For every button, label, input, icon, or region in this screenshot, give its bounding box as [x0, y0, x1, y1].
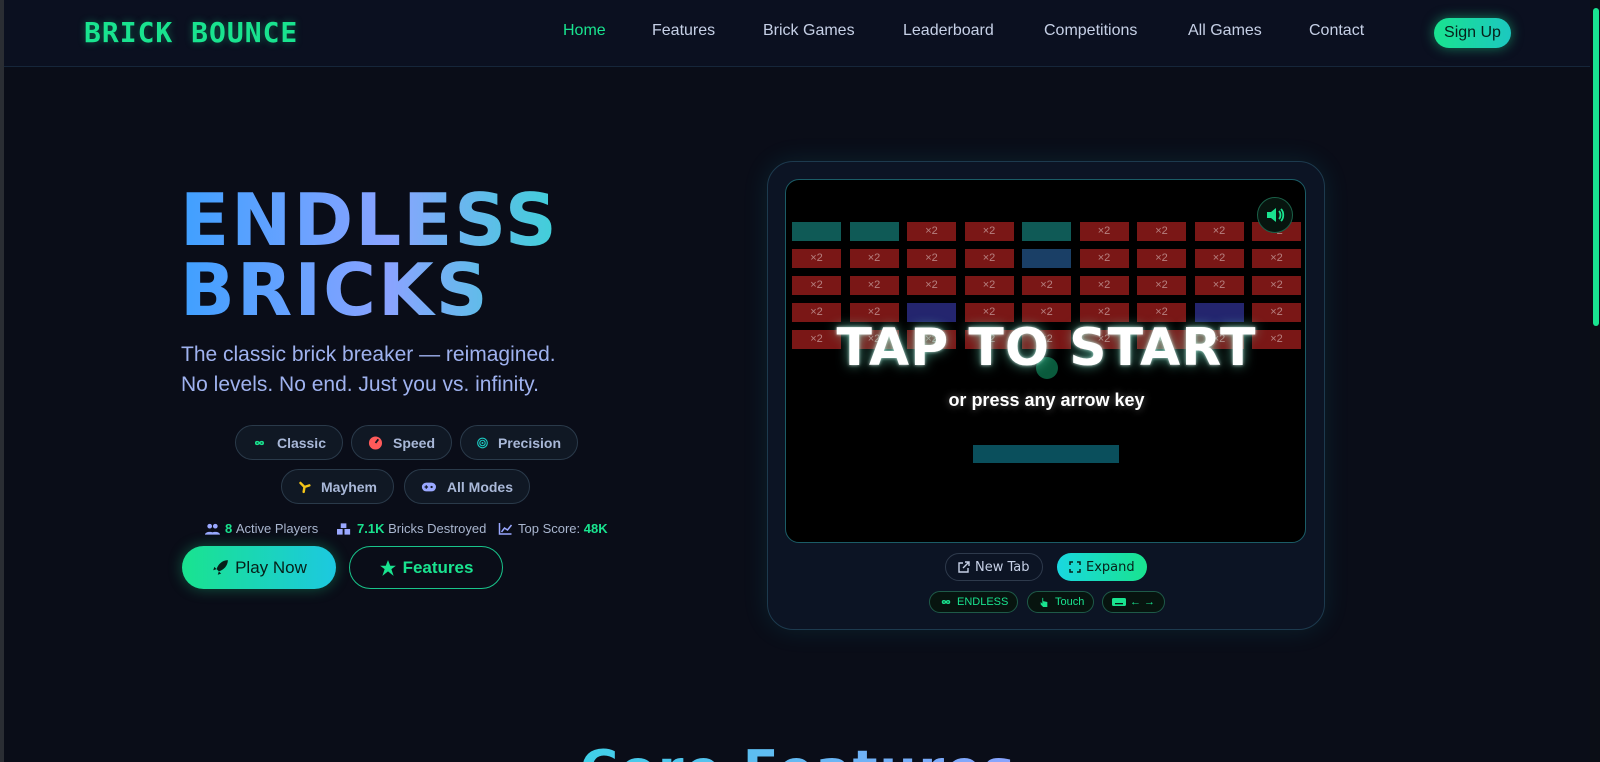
mode-chip-label: Mayhem [320, 478, 377, 495]
next-section-title: Core Features [580, 740, 1016, 762]
brick: ×2 [1079, 249, 1129, 268]
brick [792, 222, 841, 241]
mode-chip-all-modes[interactable]: All Modes [404, 469, 530, 504]
expand-icon [1069, 561, 1081, 573]
paddle [973, 445, 1119, 463]
brick: ×2 [849, 276, 899, 295]
hero-title-line1: ENDLESS [180, 178, 559, 262]
features-button[interactable]: Features [349, 546, 503, 589]
nav-link-leaderboard[interactable]: Leaderboard [903, 22, 994, 40]
brick: ×2 [1137, 222, 1186, 241]
brick: ×2 [907, 222, 956, 241]
mode-chip-label: Classic [276, 434, 326, 451]
hero-subtitle: The classic brick breaker — reimagined. … [181, 340, 556, 400]
nav-link-brick-games[interactable]: Brick Games [763, 22, 855, 40]
brick: ×2 [792, 276, 841, 295]
hero-subtitle-line2: No levels. No end. Just you vs. infinity… [181, 373, 539, 396]
top-navbar: BRICK BOUNCE Home Features Brick Games L… [4, 0, 1600, 67]
hero-subtitle-line1: The classic brick breaker — reimagined. [181, 343, 556, 366]
users-icon [205, 523, 220, 535]
brick: ×2 [907, 276, 956, 295]
expand-button[interactable]: Expand [1057, 553, 1147, 581]
gamepad-icon [421, 482, 436, 491]
star-icon [379, 559, 396, 576]
chart-line-icon [498, 522, 513, 535]
brand-logo[interactable]: BRICK BOUNCE [84, 16, 298, 49]
mode-chip-label: Precision [497, 434, 561, 451]
brick: ×2 [1194, 276, 1244, 295]
nuclear-icon [299, 481, 311, 493]
hero-title-line2: BRICKS [180, 248, 490, 332]
brick: ×2 [1079, 276, 1129, 295]
gauge-icon [368, 435, 383, 450]
brick: ×2 [964, 222, 1014, 241]
hero-title: ENDLESS BRICKS [180, 185, 559, 325]
brick: ×2 [1252, 276, 1301, 295]
target-icon [477, 437, 488, 448]
stat-value: 7.1K [357, 521, 385, 536]
brick: ×2 [792, 249, 841, 268]
nav-link-competitions[interactable]: Competitions [1044, 22, 1137, 40]
stat-bricks-destroyed: 7.1K Bricks Destroyed [337, 521, 486, 536]
brick [1022, 249, 1071, 268]
features-label: Features [402, 557, 474, 577]
tap-to-start-text: TAP TO START [836, 318, 1257, 378]
stat-label: Top Score: [518, 521, 581, 536]
press-key-hint: or press any arrow key [948, 390, 1145, 410]
keyboard-icon [1112, 598, 1126, 606]
new-tab-button[interactable]: New Tab [945, 553, 1043, 581]
sound-toggle-button[interactable] [1257, 197, 1293, 233]
external-link-icon [958, 561, 970, 573]
scrollbar-thumb[interactable] [1593, 8, 1599, 326]
tag-label: ← → [1130, 596, 1156, 608]
signup-button[interactable]: Sign Up [1434, 18, 1511, 48]
brick [1022, 222, 1071, 241]
brick: ×2 [1137, 276, 1186, 295]
nav-link-contact[interactable]: Contact [1309, 22, 1364, 40]
stat-value: 48K [583, 521, 608, 536]
nav-link-features[interactable]: Features [652, 22, 715, 40]
mode-chip-label: All Modes [446, 478, 513, 495]
nav-link-home[interactable]: Home [563, 22, 606, 40]
nav-link-all-games[interactable]: All Games [1188, 22, 1262, 40]
hand-pointer-icon [1040, 597, 1048, 607]
mode-chip-classic[interactable]: Classic [235, 425, 343, 460]
play-now-button[interactable]: Play Now [182, 546, 336, 589]
brick [849, 222, 899, 241]
tag-endless: ENDLESS [929, 591, 1019, 613]
stat-value: 8 [225, 521, 233, 536]
tag-keyboard: ← → [1102, 591, 1166, 613]
stat-top-score: Top Score: 48K [498, 521, 608, 536]
brick: ×2 [907, 249, 956, 268]
infinity-icon [254, 440, 264, 445]
tag-touch: Touch [1027, 591, 1095, 613]
mode-chip-label: Speed [392, 434, 435, 451]
stat-label: Bricks Destroyed [388, 521, 487, 536]
brick: ×2 [1022, 276, 1071, 295]
brick: ×2 [849, 249, 899, 268]
scrollbar-track[interactable] [1590, 0, 1600, 762]
play-now-label: Play Now [235, 557, 307, 577]
infinity-icon [941, 599, 951, 605]
brick: ×2 [1194, 249, 1244, 268]
game-canvas[interactable]: ×2 ×2 ×2 ×2 ×2 ×2 ×2 ×2 ×2 ×2 ×2 ×2 ×2 ×2 ×2 ×2 ×2 ×2 ×2 ×2… [785, 179, 1306, 543]
brick: ×2 [964, 276, 1014, 295]
brick: ×2 [964, 249, 1014, 268]
cubes-icon [337, 522, 351, 535]
tag-label: Touch [1055, 596, 1085, 608]
stat-label: Active Players [235, 521, 319, 536]
new-tab-label: New Tab [975, 559, 1030, 575]
volume-icon [1267, 208, 1285, 222]
brick: ×2 [1194, 222, 1244, 241]
mode-chip-speed[interactable]: Speed [351, 425, 452, 460]
mode-chip-mayhem[interactable]: Mayhem [281, 469, 394, 504]
rocket-icon [213, 559, 228, 575]
brick: ×2 [1079, 222, 1129, 241]
stat-active-players: 8 Active Players [205, 521, 318, 536]
mode-chip-precision[interactable]: Precision [460, 425, 578, 460]
brick: ×2 [1137, 249, 1186, 268]
tag-label: ENDLESS [957, 596, 1009, 608]
brick: ×2 [1252, 249, 1301, 268]
expand-label: Expand [1086, 559, 1135, 575]
